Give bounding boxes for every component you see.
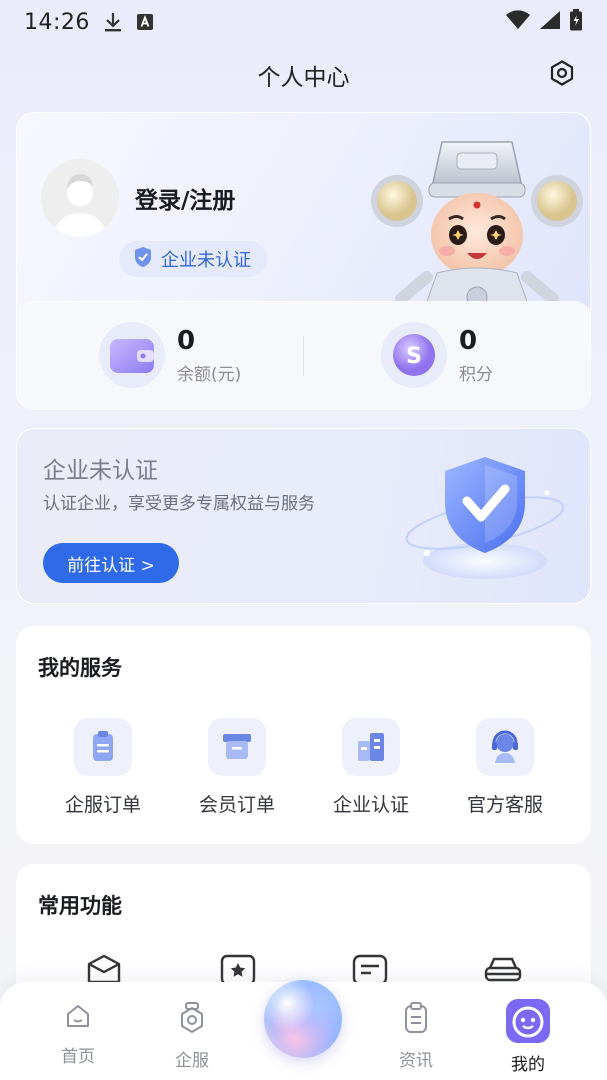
customer-service-icon xyxy=(476,718,534,776)
cert-card-title: 企业未认证 xyxy=(43,458,158,484)
status-bar: 14:26 xyxy=(0,0,607,44)
balance-stat[interactable]: 0 余额(元) xyxy=(99,322,241,388)
center-ai-orb-button[interactable] xyxy=(264,980,342,1058)
tab-mine[interactable]: 我的 xyxy=(488,998,568,1075)
cert-badge-label: 企业未认证 xyxy=(161,250,251,271)
avatar[interactable] xyxy=(41,159,119,237)
service-item-customer-service[interactable]: 官方客服 xyxy=(440,718,570,817)
points-label: 积分 xyxy=(459,364,493,385)
service-item-enterprise-cert[interactable]: 企业认证 xyxy=(306,718,436,817)
tab-news[interactable]: 资讯 xyxy=(376,1002,456,1071)
news-icon xyxy=(402,1002,430,1038)
my-services-title: 我的服务 xyxy=(38,656,122,680)
points-coin-icon: S xyxy=(381,322,447,388)
wifi-icon xyxy=(505,10,531,34)
enterprise-cert-badge[interactable]: 企业未认证 xyxy=(119,241,267,277)
order-icon xyxy=(74,718,132,776)
points-value: 0 xyxy=(459,325,478,356)
home-icon xyxy=(64,1002,92,1034)
member-order-icon xyxy=(208,718,266,776)
mine-icon xyxy=(505,998,551,1048)
enterprise-cert-icon xyxy=(342,718,400,776)
stats-divider xyxy=(303,336,304,376)
cert-card-subtitle: 认证企业，享受更多专属权益与服务 xyxy=(43,494,315,514)
service-label: 会员订单 xyxy=(198,794,275,816)
tab-service[interactable]: 企服 xyxy=(152,1002,232,1071)
enterprise-cert-card: 企业未认证 认证企业，享受更多专属权益与服务 前往认证 > xyxy=(16,428,591,604)
points-stat[interactable]: S 0 积分 xyxy=(381,322,493,388)
service-item-member-order[interactable]: 会员订单 xyxy=(172,718,302,817)
signal-icon xyxy=(539,10,561,34)
settings-hexagon-icon xyxy=(548,59,576,91)
balance-label: 余额(元) xyxy=(177,364,242,385)
tab-home[interactable]: 首页 xyxy=(38,1002,118,1067)
tab-label-news: 资讯 xyxy=(399,1051,433,1071)
login-register-link[interactable]: 登录/注册 xyxy=(135,181,235,215)
profile-card: 登录/注册 企业未认证 0 余额(元) S 0 积分 xyxy=(16,112,591,410)
shield-check-icon xyxy=(133,246,153,272)
balance-value: 0 xyxy=(177,325,196,356)
keyboard-a-icon xyxy=(136,13,154,31)
go-certify-button[interactable]: 前往认证 > xyxy=(43,543,179,583)
service-label: 官方客服 xyxy=(466,794,543,816)
default-avatar-icon xyxy=(53,174,107,237)
service-label: 企业认证 xyxy=(332,794,409,816)
service-label: 企服订单 xyxy=(64,794,141,816)
tab-label-service: 企服 xyxy=(175,1051,209,1071)
stats-panel: 0 余额(元) S 0 积分 xyxy=(17,301,590,409)
my-services-section: 我的服务 企服订单 会员订单 企业认证 官方客服 xyxy=(16,626,591,844)
tab-label-home: 首页 xyxy=(61,1047,95,1067)
status-time: 14:26 xyxy=(24,9,90,35)
tab-label-mine: 我的 xyxy=(511,1055,545,1075)
common-functions-title: 常用功能 xyxy=(38,894,122,918)
page-title: 个人中心 xyxy=(257,65,350,91)
svg-text:S: S xyxy=(406,344,422,369)
shield-illustration xyxy=(405,457,565,579)
service-icon xyxy=(178,1002,206,1038)
settings-button[interactable] xyxy=(546,59,578,91)
wallet-icon xyxy=(99,322,165,388)
battery-icon xyxy=(569,9,583,35)
download-icon xyxy=(104,11,122,33)
mascot-illustration xyxy=(371,141,583,314)
service-item-enterprise-order[interactable]: 企服订单 xyxy=(38,718,168,817)
